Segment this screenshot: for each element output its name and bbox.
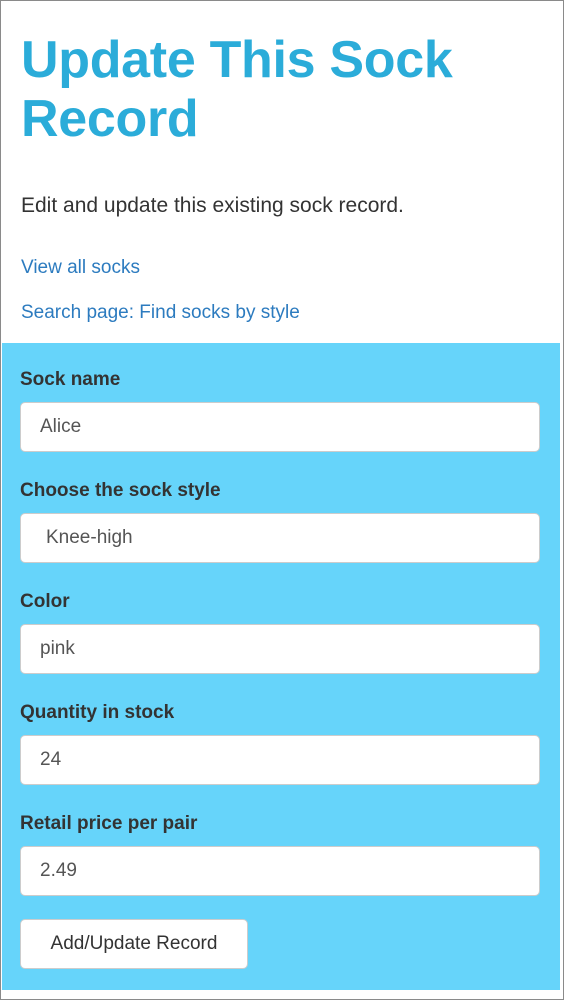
add-update-record-button[interactable]: Add/Update Record bbox=[20, 919, 248, 969]
color-label: Color bbox=[20, 591, 70, 612]
page-frame: Update This Sock Record Edit and update … bbox=[0, 0, 564, 1000]
quantity-label: Quantity in stock bbox=[20, 702, 175, 723]
quantity-input[interactable] bbox=[20, 735, 540, 785]
sock-name-input[interactable] bbox=[20, 402, 540, 452]
sock-style-label: Choose the sock style bbox=[20, 480, 221, 501]
price-label: Retail price per pair bbox=[20, 813, 198, 834]
color-input[interactable] bbox=[20, 624, 540, 674]
page-header: Update This Sock Record bbox=[21, 31, 541, 149]
sock-style-select[interactable]: Knee-high bbox=[20, 513, 540, 563]
search-page-link[interactable]: Search page: Find socks by style bbox=[21, 302, 300, 324]
sock-name-label: Sock name bbox=[20, 369, 121, 390]
intro-text: Edit and update this existing sock recor… bbox=[21, 194, 404, 217]
page-title: Update This Sock Record bbox=[21, 31, 453, 148]
view-all-socks-link[interactable]: View all socks bbox=[21, 257, 140, 279]
sock-style-selected-value: Knee-high bbox=[46, 527, 133, 548]
price-input[interactable] bbox=[20, 846, 540, 896]
sock-form: Sock name Choose the sock style Knee-hig… bbox=[2, 343, 560, 990]
